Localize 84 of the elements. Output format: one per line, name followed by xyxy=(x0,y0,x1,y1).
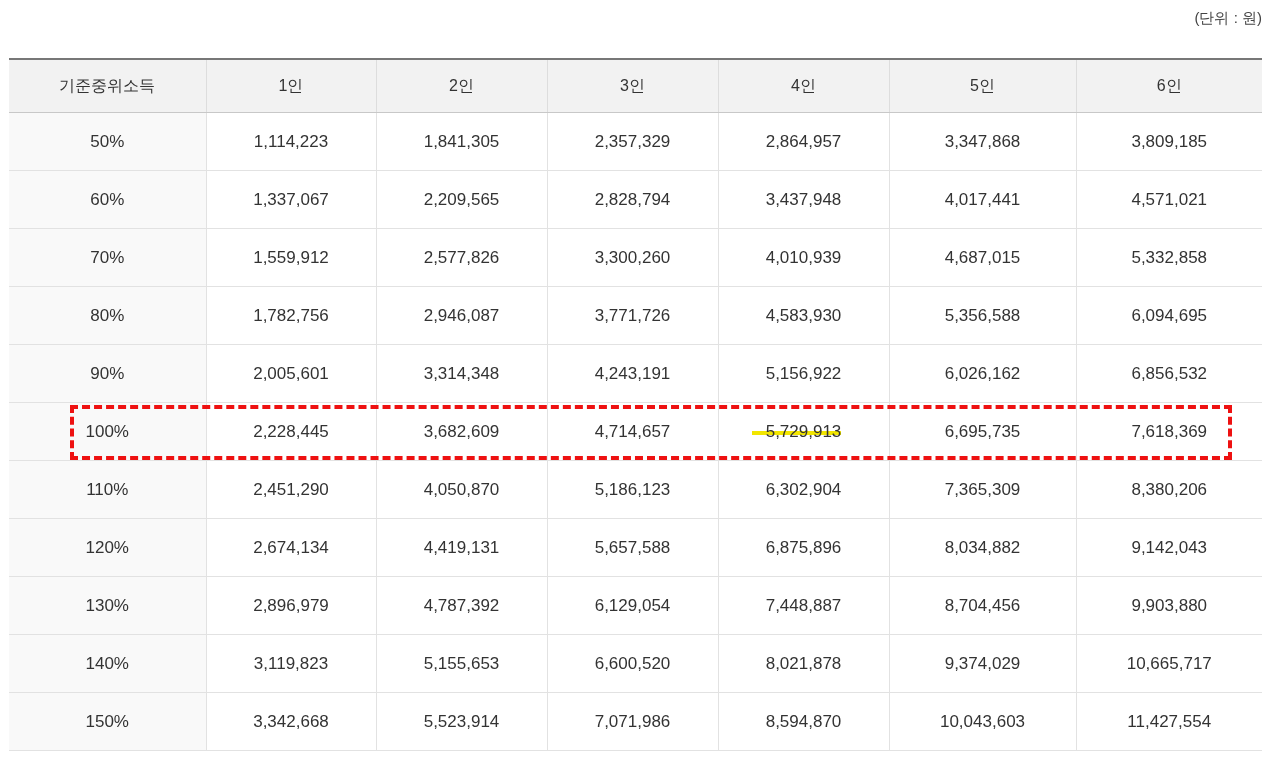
amount-value: 11,427,554 xyxy=(1127,711,1212,732)
amount-value: 2,577,826 xyxy=(423,247,500,268)
amount-value: 5,155,653 xyxy=(423,653,500,674)
amount-value: 3,119,823 xyxy=(253,653,329,674)
column-header: 6인 xyxy=(1076,59,1262,113)
amount-value: 3,437,948 xyxy=(765,189,842,210)
amount-value: 1,114,223 xyxy=(253,131,329,152)
amount-value: 5,657,588 xyxy=(594,537,671,558)
amount-value: 1,559,912 xyxy=(253,247,329,268)
percent-label: 130% xyxy=(85,595,129,616)
amount-value: 4,050,870 xyxy=(423,479,500,500)
amount-value: 2,946,087 xyxy=(423,305,500,326)
amount-value: 8,021,878 xyxy=(765,653,842,674)
amount-value: 6,875,896 xyxy=(765,537,842,558)
amount-value: 10,665,717 xyxy=(1126,653,1212,674)
amount-value: 6,026,162 xyxy=(944,363,1021,384)
amount-value: 7,365,309 xyxy=(944,479,1021,500)
percent-label: 60% xyxy=(90,189,125,210)
amount-value: 5,523,914 xyxy=(423,711,500,732)
column-header: 3인 xyxy=(547,59,718,113)
amount-value: 10,043,603 xyxy=(939,711,1026,732)
column-header: 1인 xyxy=(206,59,376,113)
amount-value: 6,600,520 xyxy=(594,653,671,674)
amount-value: 2,209,565 xyxy=(423,189,500,210)
amount-value: 4,017,441 xyxy=(944,189,1021,210)
amount-value: 4,787,392 xyxy=(423,595,500,616)
percent-label: 70% xyxy=(90,247,125,268)
amount-value: 8,034,882 xyxy=(944,537,1021,558)
amount-value: 1,841,305 xyxy=(423,131,500,152)
amount-value: 3,771,726 xyxy=(594,305,671,326)
amount-value: 4,243,191 xyxy=(594,363,671,384)
column-header: 4인 xyxy=(718,59,889,113)
amount-value: 2,357,329 xyxy=(594,131,671,152)
amount-value: 3,682,609 xyxy=(423,421,500,442)
amount-value: 3,314,348 xyxy=(423,363,500,384)
amount-value: 3,342,668 xyxy=(253,711,329,732)
percent-label: 90% xyxy=(90,363,125,384)
percent-label: 140% xyxy=(85,653,129,674)
amount-value: 2,828,794 xyxy=(594,189,671,210)
amount-value: 4,010,939 xyxy=(765,247,842,268)
percent-label: 100% xyxy=(85,421,129,442)
column-header: 5인 xyxy=(889,59,1076,113)
amount-value: 5,332,858 xyxy=(1131,247,1208,268)
amount-value: 8,704,456 xyxy=(944,595,1021,616)
amount-value: 9,142,043 xyxy=(1131,537,1208,558)
amount-value: 8,594,870 xyxy=(765,711,842,732)
amount-value: 6,129,054 xyxy=(594,595,671,616)
amount-value: 9,903,880 xyxy=(1131,595,1208,616)
amount-value: 4,583,930 xyxy=(765,305,842,326)
amount-value: 1,337,067 xyxy=(253,189,329,210)
amount-value: 2,228,445 xyxy=(253,421,329,442)
amount-value: 3,347,868 xyxy=(944,131,1021,152)
amount-value: 2,451,290 xyxy=(253,479,329,500)
amount-value: 2,005,601 xyxy=(253,363,329,384)
column-header: 2인 xyxy=(376,59,547,113)
unit-note: (단위 : 원) xyxy=(1194,8,1262,28)
percent-label: 110% xyxy=(86,479,129,500)
amount-value: 6,856,532 xyxy=(1131,363,1208,384)
amount-value: 2,674,134 xyxy=(253,537,329,558)
amount-value: 5,356,588 xyxy=(944,305,1021,326)
amount-value: 6,094,695 xyxy=(1131,305,1208,326)
amount-value: 4,419,131 xyxy=(423,537,500,558)
amount-value: 2,864,957 xyxy=(765,131,842,152)
amount-value: 4,714,657 xyxy=(594,421,671,442)
amount-value: 7,618,369 xyxy=(1131,421,1208,442)
amount-value: 9,374,029 xyxy=(944,653,1021,674)
amount-value: 2,896,979 xyxy=(253,595,329,616)
amount-value: 4,571,021 xyxy=(1131,189,1208,210)
amount-value: 3,809,185 xyxy=(1131,131,1208,152)
amount-value: 5,156,922 xyxy=(765,363,842,384)
amount-value: 7,071,986 xyxy=(594,711,671,732)
amount-value: 6,302,904 xyxy=(765,479,842,500)
amount-value: 4,687,015 xyxy=(944,247,1021,268)
amount-value: 3,300,260 xyxy=(594,247,671,268)
column-header: 기준중위소득 xyxy=(9,59,206,113)
percent-label: 80% xyxy=(90,305,125,326)
percent-label: 50% xyxy=(90,131,125,152)
amount-value: 8,380,206 xyxy=(1131,479,1208,500)
amount-value: 7,448,887 xyxy=(765,595,842,616)
amount-value: 1,782,756 xyxy=(253,305,329,326)
amount-value: 5,186,123 xyxy=(594,479,671,500)
amount-value: 6,695,735 xyxy=(944,421,1021,442)
percent-label: 120% xyxy=(85,537,129,558)
percent-label: 150% xyxy=(85,711,129,732)
